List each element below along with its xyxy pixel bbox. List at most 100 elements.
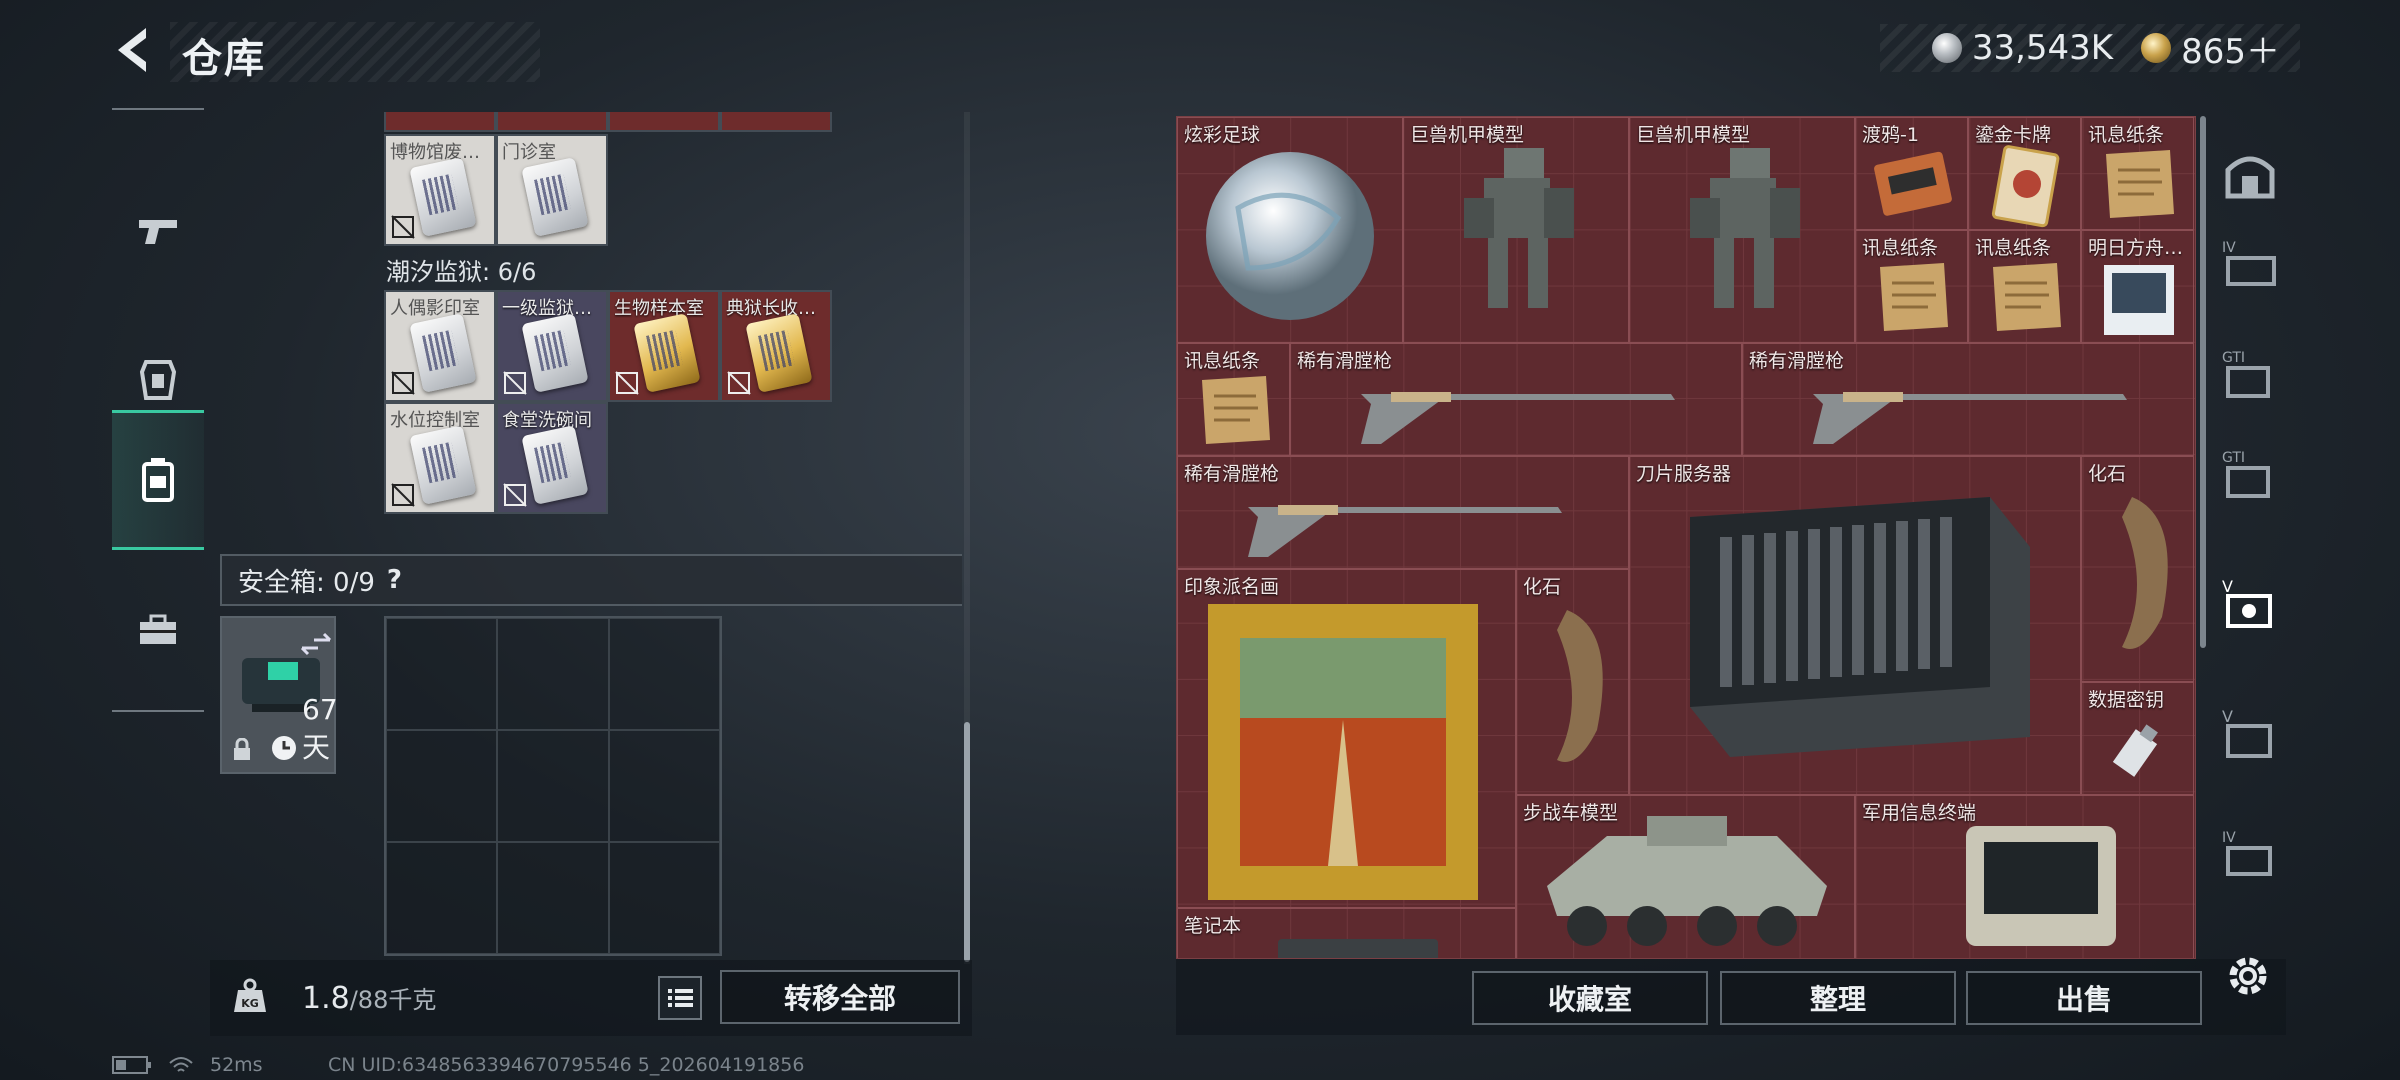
tab-weapons[interactable] <box>112 160 204 300</box>
case-gti-alt-icon[interactable]: GTI <box>2220 446 2280 506</box>
case-gti-icon[interactable]: GTI <box>2220 346 2280 406</box>
collection-room-button[interactable]: 收藏室 <box>1472 971 1708 1025</box>
backpack-slot-icon[interactable] <box>2220 146 2280 206</box>
safe-help-button[interactable]: ? <box>387 565 402 595</box>
settings-gear-icon[interactable] <box>2222 950 2274 1002</box>
no-transfer-icon <box>615 371 639 395</box>
transfer-all-button[interactable]: 转移全部 <box>720 970 960 1024</box>
item-raven-1[interactable]: 渡鸦-1 <box>1855 117 1968 230</box>
item-label: 笔记本 <box>1184 915 1242 937</box>
item-message-note[interactable]: 讯息纸条 <box>1177 343 1290 456</box>
item-mech-model-2[interactable]: 巨兽机甲模型 <box>1629 117 1855 343</box>
safe-slot[interactable] <box>386 618 498 730</box>
item-rare-musket[interactable]: 稀有滑膛枪 <box>1742 343 2194 456</box>
safe-slot[interactable] <box>497 842 609 954</box>
warehouse-scroll-area[interactable]: 博物馆废… 门诊室 潮汐监狱: 6/6 人偶影印室 一级监狱… 生物样本室 典狱… <box>210 112 962 964</box>
keycard-icon <box>521 425 589 505</box>
item-label: 讯息纸条 <box>2088 124 2165 146</box>
mech-model-icon <box>1690 148 1800 308</box>
keycard-clinic[interactable]: 门诊室 <box>496 134 608 246</box>
safe-slot[interactable] <box>608 730 720 842</box>
item-label: 讯息纸条 <box>1184 350 1261 372</box>
safe-box-grid[interactable] <box>384 616 722 956</box>
item-label: 巨兽机甲模型 <box>1410 124 1525 146</box>
sell-button[interactable]: 出售 <box>1966 971 2202 1025</box>
keycard-cell[interactable] <box>384 112 496 132</box>
safe-box-label: 安全箱: 0/9 <box>238 567 375 598</box>
warehouse-scrollbar[interactable] <box>964 112 970 964</box>
safe-slot[interactable] <box>608 618 720 730</box>
item-label: 稀有滑膛枪 <box>1297 350 1393 372</box>
gold-coin-icon <box>2141 33 2172 63</box>
safe-slot[interactable] <box>386 730 498 842</box>
list-view-button[interactable] <box>658 976 702 1020</box>
item-mech-model-1[interactable]: 巨兽机甲模型 <box>1403 117 1629 343</box>
item-blade-server[interactable]: 刀片服务器 <box>1629 456 2081 795</box>
silver-coin-icon <box>1931 33 1962 63</box>
keycard-icon <box>409 157 477 237</box>
item-notebook[interactable]: 笔记本 <box>1177 908 1516 958</box>
painting-icon <box>1208 604 1478 900</box>
item-message-note[interactable]: 讯息纸条 <box>1968 230 2081 343</box>
backpack-icon <box>142 458 174 502</box>
keycard-canteen[interactable]: 食堂洗碗间 <box>496 402 608 514</box>
keycard-bio-sample[interactable]: 生物样本室 <box>608 290 720 402</box>
item-label: 刀片服务器 <box>1636 463 1732 485</box>
item-football[interactable]: 炫彩足球 <box>1177 117 1403 343</box>
item-rare-musket[interactable]: 稀有滑膛枪 <box>1290 343 1742 456</box>
clock-icon <box>272 736 296 760</box>
keycard-icon <box>745 313 813 393</box>
item-data-key[interactable]: 数据密钥 <box>2081 682 2194 795</box>
item-fossil[interactable]: 化石 <box>2081 456 2194 682</box>
weight-max: /88千克 <box>349 986 437 1014</box>
safe-slot[interactable] <box>608 842 720 954</box>
case-iv-alt-icon[interactable]: IV <box>2220 826 2280 886</box>
keycard-level1-prison[interactable]: 一级监狱… <box>496 290 608 402</box>
keycard-cell[interactable] <box>720 112 832 132</box>
tab-backpack[interactable] <box>112 410 204 550</box>
football-icon <box>1206 152 1374 320</box>
back-arrow-icon[interactable] <box>110 24 154 76</box>
item-label: 讯息纸条 <box>1975 237 2052 259</box>
safe-slot[interactable] <box>386 842 498 954</box>
item-impressionist-painting[interactable]: 印象派名画 <box>1177 569 1516 908</box>
server-rack-icon <box>1690 497 2030 757</box>
keycard-museum[interactable]: 博物馆废… <box>384 134 496 246</box>
item-ifv-model[interactable]: 步战车模型 <box>1516 795 1855 958</box>
tab-toolbox[interactable] <box>112 560 204 700</box>
item-message-note[interactable]: 讯息纸条 <box>1855 230 1968 343</box>
keycard-cell[interactable] <box>608 112 720 132</box>
currency-silver[interactable]: 33,543K <box>1931 28 2114 68</box>
item-label: 稀有滑膛枪 <box>1749 350 1845 372</box>
item-arknights[interactable]: 明日方舟… <box>2081 230 2194 343</box>
no-transfer-icon <box>391 371 415 395</box>
case-v-active-icon[interactable]: V <box>2220 576 2280 636</box>
safe-box-header: 安全箱: 0/9 ? <box>220 554 962 606</box>
safe-slot[interactable] <box>497 618 609 730</box>
svg-text:GTI: GTI <box>2222 450 2245 466</box>
keycard-warden[interactable]: 典狱长收… <box>720 290 832 402</box>
item-gilded-card[interactable]: 鎏金卡牌 <box>1968 117 2081 230</box>
warehouse-scroll-thumb[interactable] <box>964 722 970 962</box>
currency-silver-value: 33,543K <box>1971 28 2114 68</box>
item-rare-musket[interactable]: 稀有滑膛枪 <box>1177 456 1629 569</box>
container-grid[interactable]: 炫彩足球 巨兽机甲模型 巨兽机甲模型 渡鸦-1 鎏金卡牌 讯息纸条 讯息纸条 讯… <box>1176 116 2196 959</box>
status-line: 52ms <box>112 1054 263 1076</box>
keycard-puppet-room[interactable]: 人偶影印室 <box>384 290 496 402</box>
sort-button[interactable]: 整理 <box>1720 971 1956 1025</box>
container-rail-scrollbar[interactable] <box>2200 116 2206 648</box>
item-label: 明日方舟… <box>2088 237 2184 259</box>
safe-slot[interactable] <box>497 730 609 842</box>
currency-gold[interactable]: 865＋ <box>2141 24 2280 73</box>
item-message-note[interactable]: 讯息纸条 <box>2081 117 2194 230</box>
mech-model-icon <box>1464 148 1574 308</box>
keycard-cell[interactable] <box>496 112 608 132</box>
item-fossil[interactable]: 化石 <box>1516 569 1629 795</box>
svg-text:IV: IV <box>2222 830 2236 846</box>
case-iv-icon[interactable]: IV <box>2220 236 2280 296</box>
safe-box-item[interactable]: 67天 <box>220 616 338 774</box>
item-military-terminal[interactable]: 军用信息终端 <box>1855 795 2194 958</box>
case-v-icon[interactable]: V <box>2220 706 2280 766</box>
item-label: 巨兽机甲模型 <box>1636 124 1751 146</box>
keycard-water-control[interactable]: 水位控制室 <box>384 402 496 514</box>
